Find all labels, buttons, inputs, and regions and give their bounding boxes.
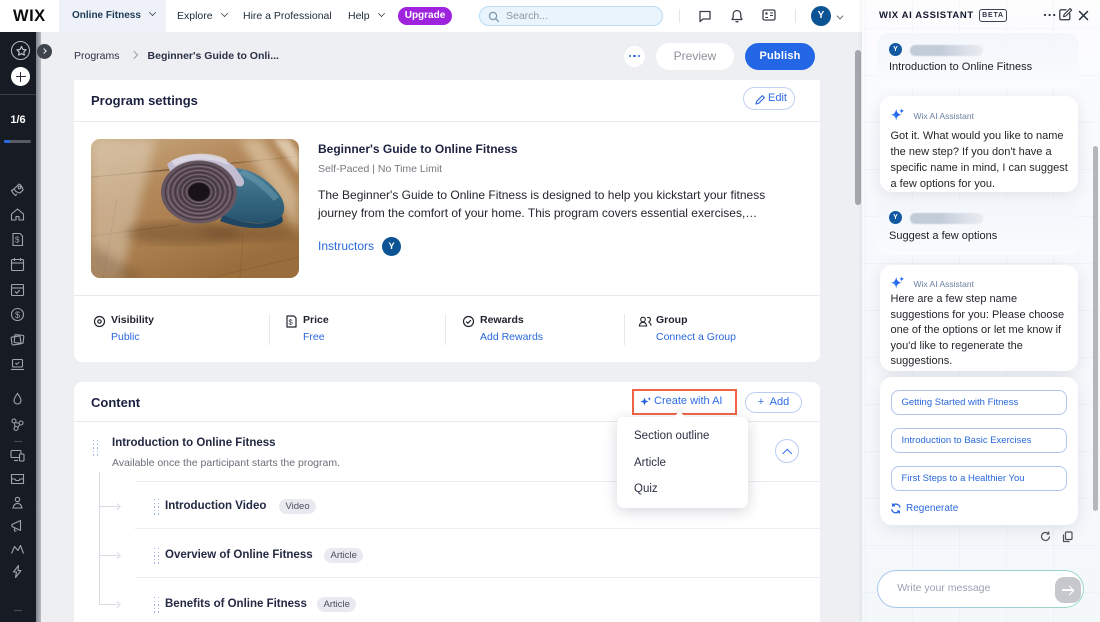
- svg-text:$: $: [15, 236, 20, 245]
- svg-text:$: $: [289, 318, 294, 327]
- svg-text:$: $: [15, 310, 20, 320]
